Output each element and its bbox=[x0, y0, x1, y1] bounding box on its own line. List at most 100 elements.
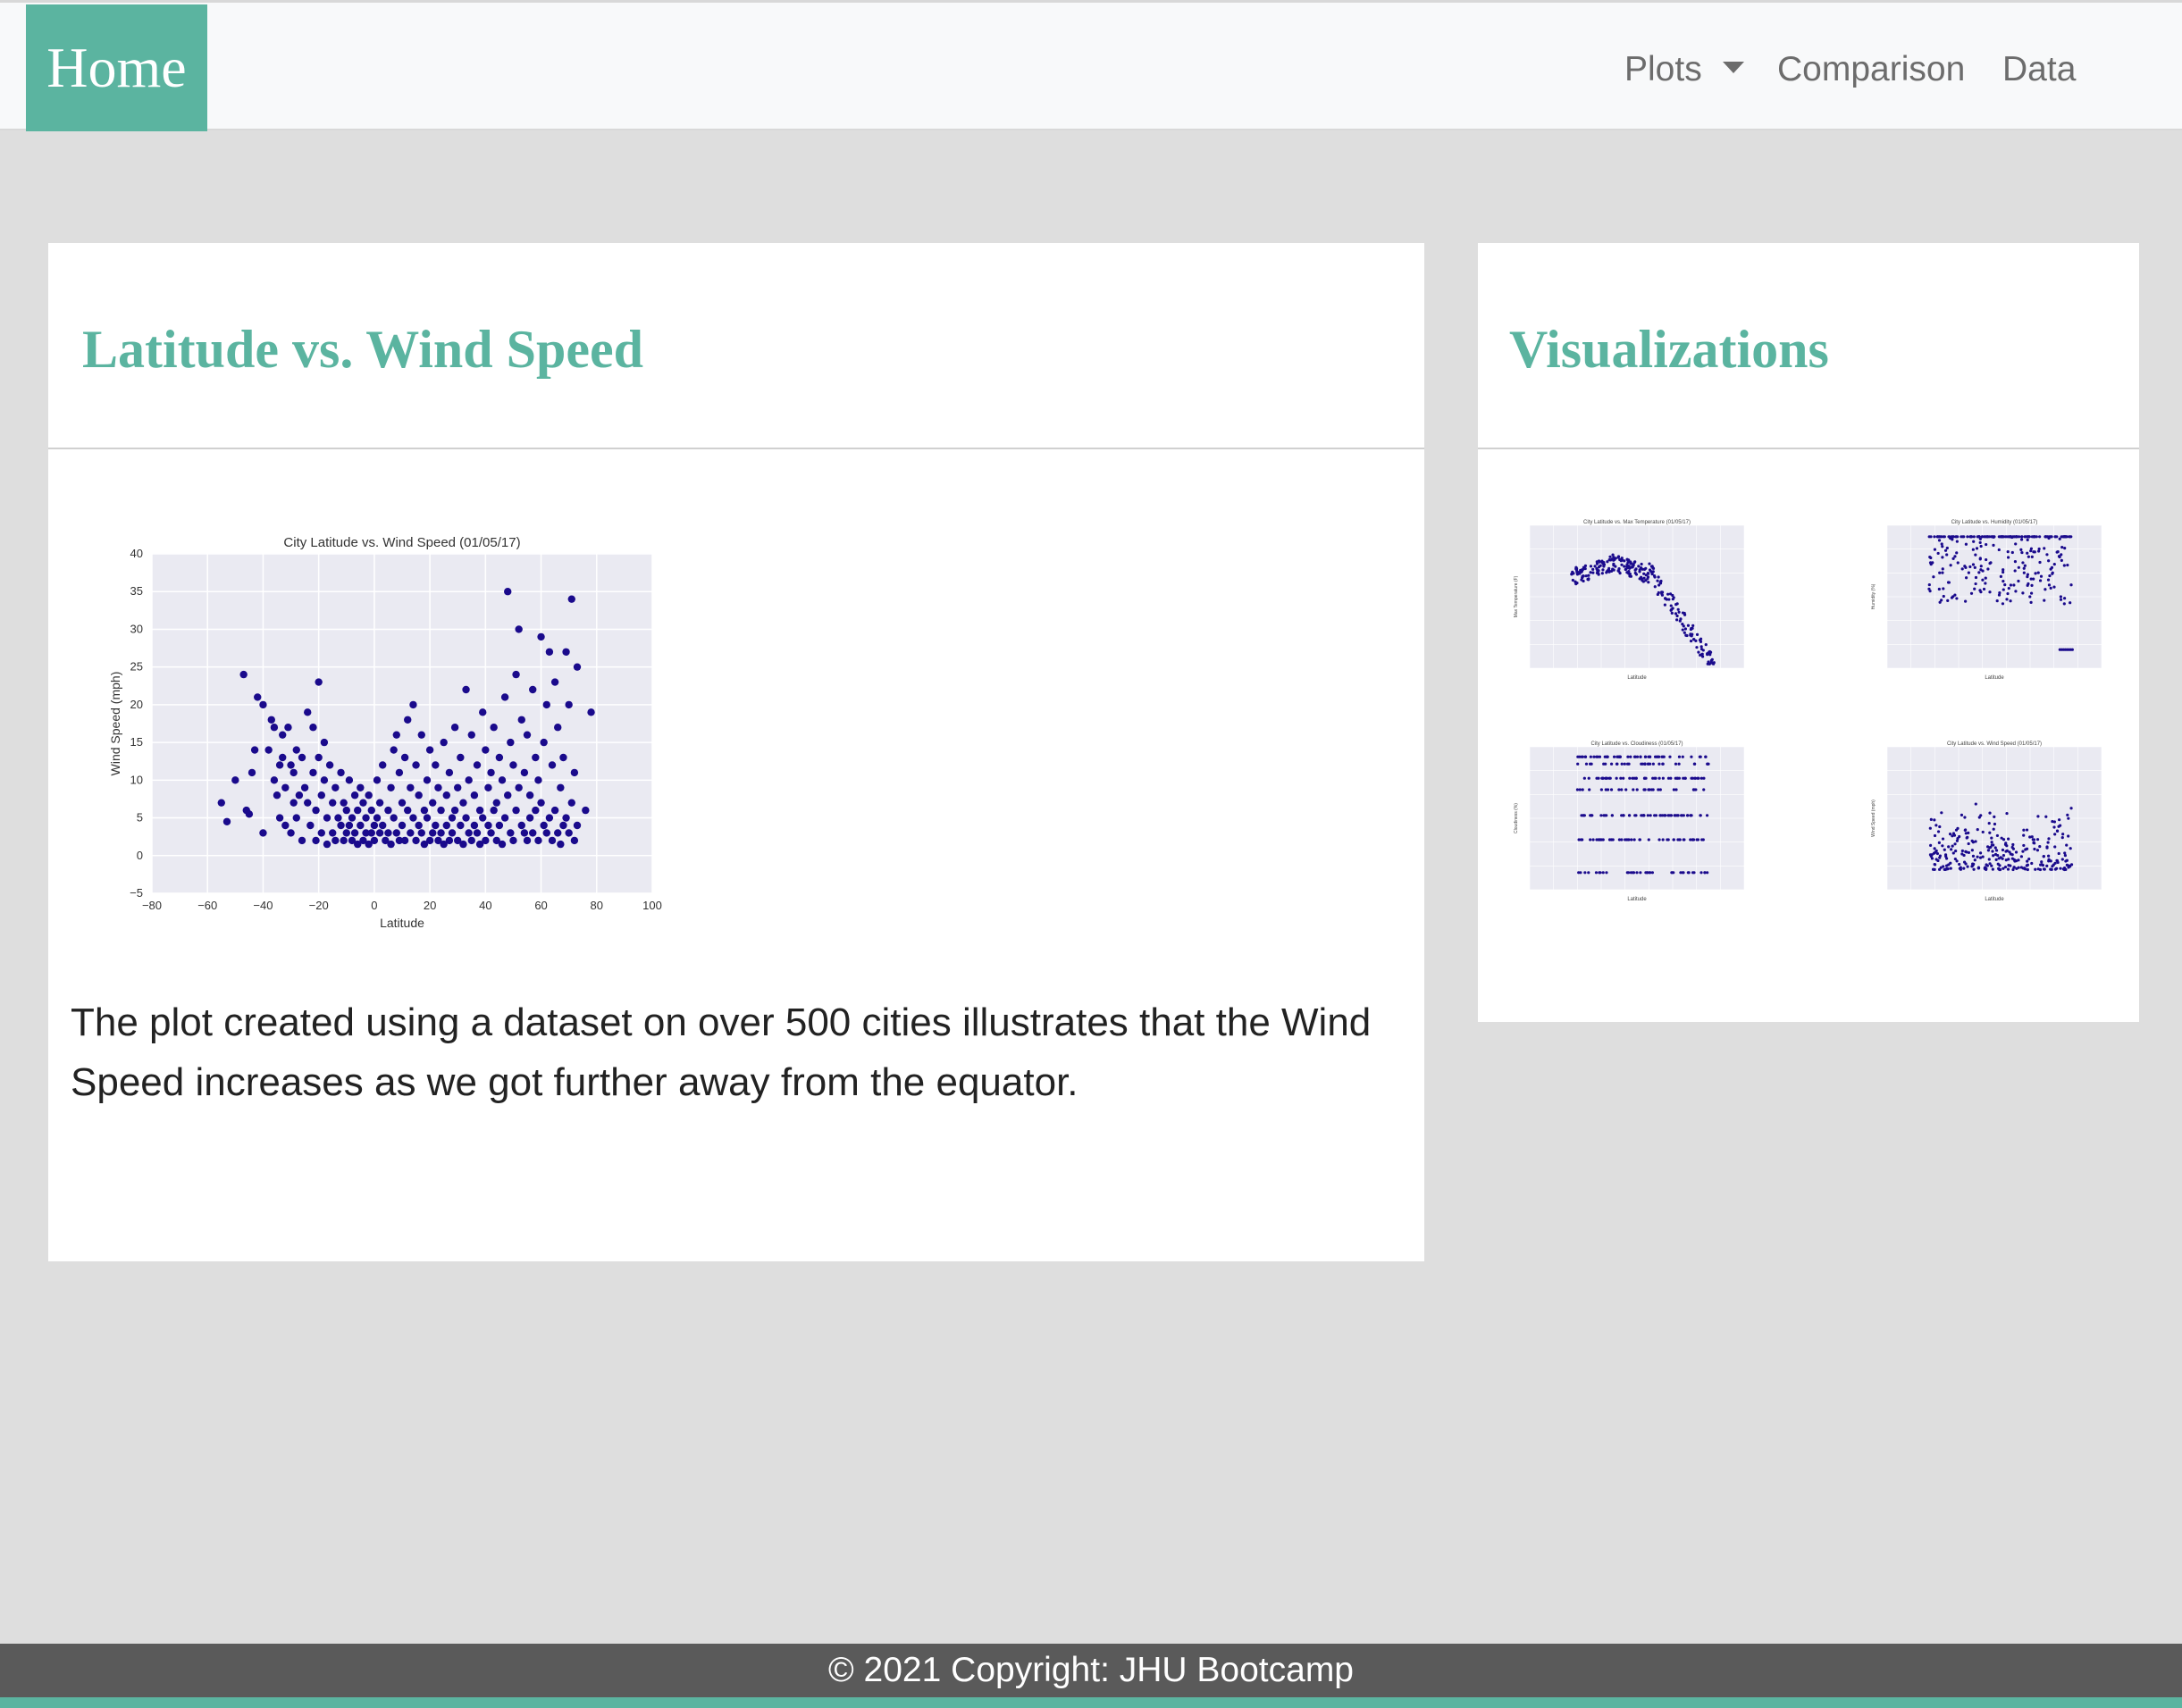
nav-comparison-link[interactable]: Comparison bbox=[1777, 38, 1965, 101]
thumbnail-point bbox=[1595, 566, 1599, 571]
scatter-point bbox=[484, 783, 492, 791]
thumbnail-point bbox=[2057, 555, 2061, 558]
scatter-point bbox=[507, 829, 515, 837]
thumbnail-point bbox=[2001, 848, 2005, 852]
thumbnail-point bbox=[1681, 628, 1684, 632]
thumbnail-point bbox=[1628, 814, 1632, 817]
thumbnail-point bbox=[1954, 849, 1958, 853]
x-tick-label: 40 bbox=[479, 899, 491, 912]
wind-speed-scatter-chart: −80 −60 −40 −20 0 20 40 60 80 100 −5 0 5 10 15 20 25 30 35… bbox=[108, 535, 662, 930]
footer-stripe bbox=[0, 1697, 2182, 1708]
thumbnail-point bbox=[1953, 555, 1957, 558]
thumbnail-point bbox=[1993, 846, 1997, 850]
thumbnail-point bbox=[1974, 840, 1977, 843]
thumbnail-point bbox=[1971, 548, 1975, 551]
scatter-point bbox=[279, 731, 287, 739]
thumbnail-point bbox=[2029, 600, 2033, 604]
thumbnail-point bbox=[1622, 776, 1625, 780]
scatter-point bbox=[407, 829, 415, 837]
y-tick-label: 20 bbox=[130, 698, 143, 711]
thumbnail-point bbox=[2035, 849, 2040, 852]
thumbnail-wind-speed[interactable]: City Latitude vs. Wind Speed (01/05/17) L… bbox=[1867, 738, 2109, 902]
thumbnail-point bbox=[1952, 833, 1957, 837]
scatter-point bbox=[304, 799, 312, 807]
scatter-point bbox=[267, 716, 275, 724]
thumbnail-point bbox=[2044, 815, 2048, 818]
thumbnail-point bbox=[1963, 828, 1967, 833]
thumbnail-point bbox=[2036, 571, 2040, 574]
thumbnail-point bbox=[1601, 871, 1605, 875]
scatter-point bbox=[434, 783, 442, 791]
thumbnail-point bbox=[1575, 573, 1580, 576]
thumbnail-point bbox=[1695, 646, 1699, 649]
thumbnail-point bbox=[1997, 867, 2001, 870]
scatter-point bbox=[532, 753, 540, 762]
scatter-point bbox=[498, 840, 507, 849]
thumbnail-point bbox=[2063, 851, 2067, 855]
thumbnail-point bbox=[1963, 816, 1967, 819]
thumbnail-point bbox=[1607, 776, 1611, 780]
thumbnail-point bbox=[1992, 543, 1995, 547]
scatter-point bbox=[312, 836, 320, 845]
thumbnail-point bbox=[2012, 866, 2016, 869]
thumbnail-point bbox=[1704, 755, 1708, 758]
thumbnail-point bbox=[2010, 535, 2014, 540]
thumbnail-point bbox=[1623, 762, 1626, 766]
thumbnail-point bbox=[1984, 582, 1987, 585]
scatter-point bbox=[582, 806, 590, 815]
thumbnail-point bbox=[1617, 755, 1621, 758]
y-tick-label: 15 bbox=[130, 735, 143, 749]
thumbnail-point bbox=[1603, 814, 1607, 817]
thumbnail-point bbox=[1693, 776, 1697, 780]
thumbnail-point bbox=[2038, 579, 2043, 582]
thumbnail-point bbox=[1994, 849, 1999, 852]
scatter-point bbox=[239, 670, 248, 679]
scatter-point bbox=[562, 648, 570, 656]
thumbnail-cloudiness[interactable]: City Latitude vs. Cloudiness (01/05/17) L… bbox=[1510, 738, 1751, 902]
nav-plots-dropdown[interactable]: Plots bbox=[1624, 38, 1702, 101]
thumbnail-humidity[interactable]: City Latitude vs. Humidity (01/05/17) Lat… bbox=[1867, 516, 2109, 681]
scatter-point bbox=[275, 761, 284, 769]
thumbnail-point bbox=[1592, 755, 1596, 758]
thumbnail-point bbox=[1987, 821, 1991, 825]
thumbnail-point bbox=[1589, 755, 1592, 758]
scatter-point bbox=[300, 783, 309, 791]
thumbnail-max-temperature[interactable]: City Latitude vs. Max Temperature (01/05… bbox=[1510, 516, 1751, 681]
thumbnail-point bbox=[1941, 844, 1944, 848]
scatter-point bbox=[509, 836, 517, 845]
thumbnail-point bbox=[1657, 776, 1661, 780]
thumbnail-point bbox=[1933, 867, 1936, 872]
navbar: Home Plots Comparison Data bbox=[0, 0, 2182, 131]
thumbnail-point bbox=[2059, 867, 2062, 870]
chevron-down-icon[interactable] bbox=[1723, 62, 1744, 73]
thumbnail-point bbox=[1660, 590, 1665, 594]
thumbnail-point bbox=[2014, 542, 2018, 546]
scatter-point bbox=[398, 799, 407, 807]
thumbnail-point bbox=[2010, 550, 2014, 555]
thumbnail-point bbox=[1582, 776, 1586, 780]
thumbnail-point bbox=[2003, 865, 2008, 869]
scatter-point bbox=[420, 806, 429, 815]
home-brand-link[interactable]: Home bbox=[26, 4, 207, 131]
thumbnail-point bbox=[2002, 535, 2005, 539]
thumbnail-point bbox=[2069, 847, 2072, 850]
nav-data-link[interactable]: Data bbox=[2002, 38, 2076, 101]
thumbnail-point bbox=[1604, 788, 1607, 791]
copyright-text: © 2021 Copyright: JHU Bootcamp bbox=[827, 1651, 1354, 1689]
thumbnail-point bbox=[1644, 871, 1648, 875]
thumbnail-point bbox=[1938, 856, 1942, 859]
scatter-point bbox=[487, 768, 495, 777]
scatter-point bbox=[309, 724, 317, 732]
thumbnail-point bbox=[1666, 838, 1670, 841]
thumbnail-point bbox=[1992, 854, 1995, 858]
thumbnail-point bbox=[1669, 608, 1673, 612]
thumbnail-point bbox=[2033, 535, 2037, 539]
thumbnail-title: City Latitude vs. Humidity (01/05/17) bbox=[1951, 520, 2038, 525]
scatter-point bbox=[254, 693, 262, 701]
thumbnail-point bbox=[1986, 567, 1990, 571]
thumbnail-point bbox=[1941, 837, 1945, 841]
thumbnail-point bbox=[1988, 590, 1992, 594]
thumbnail-point bbox=[2002, 568, 2005, 572]
thumbnail-point bbox=[1985, 863, 1988, 867]
thumbnail-point bbox=[1624, 567, 1627, 572]
